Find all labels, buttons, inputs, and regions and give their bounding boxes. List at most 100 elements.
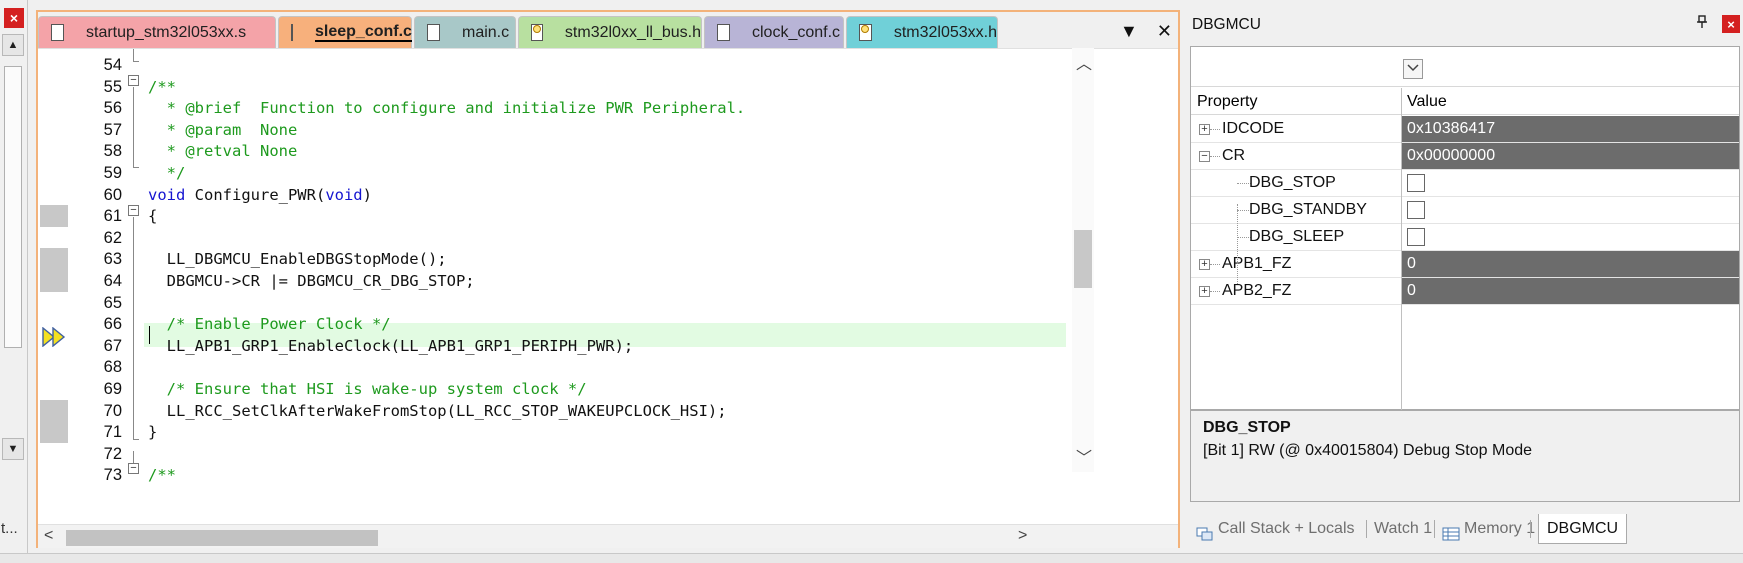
code-line[interactable]: /* Ensure that HSI is wake-up system clo… bbox=[148, 377, 1178, 401]
fold-end bbox=[133, 61, 139, 62]
line-number: 61 bbox=[103, 207, 122, 225]
code-line[interactable]: } bbox=[148, 420, 1178, 444]
keyword-token: void bbox=[148, 186, 186, 204]
code-line[interactable]: DBGMCU->CR |= DBGMCU_CR_DBG_STOP; bbox=[148, 269, 1178, 293]
editor-horizontal-scrollbar[interactable]: < > bbox=[38, 524, 1178, 548]
bottom-tab-label: Watch 1 bbox=[1374, 520, 1433, 537]
property-name: DBG_STANDBY bbox=[1249, 201, 1367, 218]
code-area[interactable]: 54 55 56 57 58 59 60 61 62 63 64 65 66 67 68 69 70 71 72 73… bbox=[38, 48, 1178, 522]
comment-text: /* Enable Power Clock */ bbox=[148, 315, 391, 333]
property-row[interactable]: − CR 0x00000000 bbox=[1191, 143, 1739, 170]
line-number: 59 bbox=[103, 164, 122, 182]
expand-icon[interactable]: + bbox=[1199, 286, 1210, 297]
editor-tab-label: main.c bbox=[462, 23, 510, 41]
bottom-tab[interactable]: Call Stack + Locals bbox=[1196, 514, 1355, 544]
ide-window: × ▲ ▼ t... startup_stm32l053xx.s sleep_co… bbox=[0, 0, 1743, 563]
chevron-up-icon[interactable]: ︿ bbox=[1076, 50, 1092, 74]
code-line[interactable]: { bbox=[148, 204, 1178, 228]
comment-text: /** bbox=[148, 78, 176, 96]
checkbox[interactable] bbox=[1407, 174, 1425, 192]
breakpoint-gutter[interactable] bbox=[38, 49, 72, 522]
pin-icon[interactable] bbox=[1696, 15, 1708, 32]
editor-tab[interactable]: clock_conf.c bbox=[704, 16, 844, 48]
left-scrollbar-track[interactable] bbox=[4, 66, 22, 348]
property-row[interactable]: + APB2_FZ 0 bbox=[1191, 278, 1739, 305]
code-line[interactable]: LL_DBGMCU_EnableDBGStopMode(); bbox=[148, 247, 1178, 271]
file-icon bbox=[427, 24, 440, 41]
expand-icon[interactable]: + bbox=[1199, 124, 1210, 135]
fold-guide bbox=[133, 87, 134, 167]
collapse-icon[interactable]: − bbox=[1199, 151, 1210, 162]
bottom-tab[interactable]: Memory 1 bbox=[1442, 514, 1535, 544]
property-row[interactable]: DBG_SLEEP bbox=[1191, 224, 1739, 251]
breakpoint-marker[interactable] bbox=[40, 248, 68, 270]
line-number: 63 bbox=[103, 250, 122, 268]
property-value[interactable]: 0 bbox=[1402, 251, 1739, 277]
editor-tab[interactable]: main.c bbox=[414, 16, 516, 48]
code-line[interactable] bbox=[148, 355, 1178, 379]
left-panel-close-button[interactable]: × bbox=[4, 8, 24, 28]
chevron-down-icon[interactable]: ﹀ bbox=[1076, 444, 1092, 468]
breakpoint-marker[interactable] bbox=[40, 270, 68, 292]
fold-collapse-icon[interactable]: − bbox=[128, 463, 139, 474]
comment-text: * @param None bbox=[148, 121, 298, 139]
code-line[interactable]: /* Enable Power Clock */ bbox=[148, 312, 1178, 336]
scroll-down-button[interactable]: ▼ bbox=[2, 438, 24, 460]
comment-text: /** bbox=[148, 466, 176, 484]
property-value[interactable]: 0 bbox=[1402, 278, 1739, 304]
line-number: 69 bbox=[103, 380, 122, 398]
bottom-tab[interactable]: DBGMCU bbox=[1538, 514, 1628, 544]
breakpoint-marker[interactable] bbox=[40, 205, 68, 227]
file-icon bbox=[717, 24, 730, 41]
panel-close-button[interactable]: × bbox=[1722, 15, 1740, 33]
editor-tab[interactable]: startup_stm32l053xx.s bbox=[38, 16, 276, 48]
peripheral-selector[interactable] bbox=[1191, 47, 1739, 87]
editor-tab[interactable]: stm32l053xx.h bbox=[846, 16, 998, 48]
property-value[interactable]: 0x10386417 bbox=[1402, 116, 1739, 142]
code-lines[interactable]: /** * @brief Function to configure and i… bbox=[144, 49, 1178, 522]
tree-connector bbox=[1210, 291, 1220, 292]
description-text: [Bit 1] RW (@ 0x40015804) Debug Stop Mod… bbox=[1203, 442, 1533, 459]
editor-tab[interactable]: stm32l0xx_ll_bus.h bbox=[518, 16, 702, 48]
breakpoint-marker[interactable] bbox=[40, 421, 68, 443]
column-header-property: Property bbox=[1197, 93, 1258, 110]
property-row[interactable]: DBG_STANDBY bbox=[1191, 197, 1739, 224]
property-row[interactable]: + APB1_FZ 0 bbox=[1191, 251, 1739, 278]
property-row[interactable]: + IDCODE 0x10386417 bbox=[1191, 116, 1739, 143]
tab-close-icon[interactable]: ✕ bbox=[1157, 21, 1172, 42]
code-line[interactable]: /** bbox=[148, 463, 1178, 487]
property-value[interactable]: 0x00000000 bbox=[1402, 143, 1739, 169]
line-number: 54 bbox=[103, 56, 122, 74]
dropdown-chevron-icon[interactable] bbox=[1403, 59, 1423, 79]
editor-tab[interactable]: sleep_conf.c bbox=[278, 16, 412, 48]
editor-tab-label: stm32l0xx_ll_bus.h bbox=[564, 23, 701, 41]
code-line[interactable] bbox=[148, 53, 1178, 77]
tab-separator bbox=[1434, 520, 1435, 538]
left-panel-truncated-label: t... bbox=[1, 520, 18, 537]
chevron-right-icon[interactable]: > bbox=[1018, 527, 1027, 545]
code-token: ) bbox=[362, 186, 372, 204]
breakpoint-marker[interactable] bbox=[40, 400, 68, 422]
code-line[interactable]: * @retval None bbox=[148, 139, 1178, 163]
checkbox[interactable] bbox=[1407, 201, 1425, 219]
fold-collapse-icon[interactable]: − bbox=[128, 205, 139, 216]
code-line[interactable]: */ bbox=[148, 161, 1178, 185]
tab-list-menu-icon[interactable]: ▼ bbox=[1120, 21, 1138, 42]
property-row[interactable]: DBG_STOP bbox=[1191, 170, 1739, 197]
key-file-icon bbox=[859, 24, 872, 41]
property-name: DBG_SLEEP bbox=[1249, 228, 1345, 245]
tab-separator bbox=[1366, 520, 1367, 538]
fold-collapse-icon[interactable]: − bbox=[128, 75, 139, 86]
expand-icon[interactable]: + bbox=[1199, 259, 1210, 270]
key-file-icon bbox=[531, 24, 543, 41]
editor-horizontal-scroll-thumb[interactable] bbox=[66, 530, 378, 546]
scroll-up-button[interactable]: ▲ bbox=[2, 34, 24, 56]
editor-tab-label: stm32l053xx.h bbox=[893, 23, 997, 41]
bottom-tab[interactable]: Watch 1 bbox=[1374, 514, 1432, 544]
panel-bottom-tabs: Call Stack + Locals Watch 1 Memory 1 DBGMCU bbox=[1188, 514, 1743, 544]
column-divider[interactable] bbox=[1401, 88, 1402, 410]
code-line[interactable]: * @brief Function to configure and initi… bbox=[148, 96, 1178, 120]
editor-vertical-scroll-thumb[interactable] bbox=[1074, 230, 1092, 288]
checkbox[interactable] bbox=[1407, 228, 1425, 246]
chevron-left-icon[interactable]: < bbox=[44, 527, 53, 545]
